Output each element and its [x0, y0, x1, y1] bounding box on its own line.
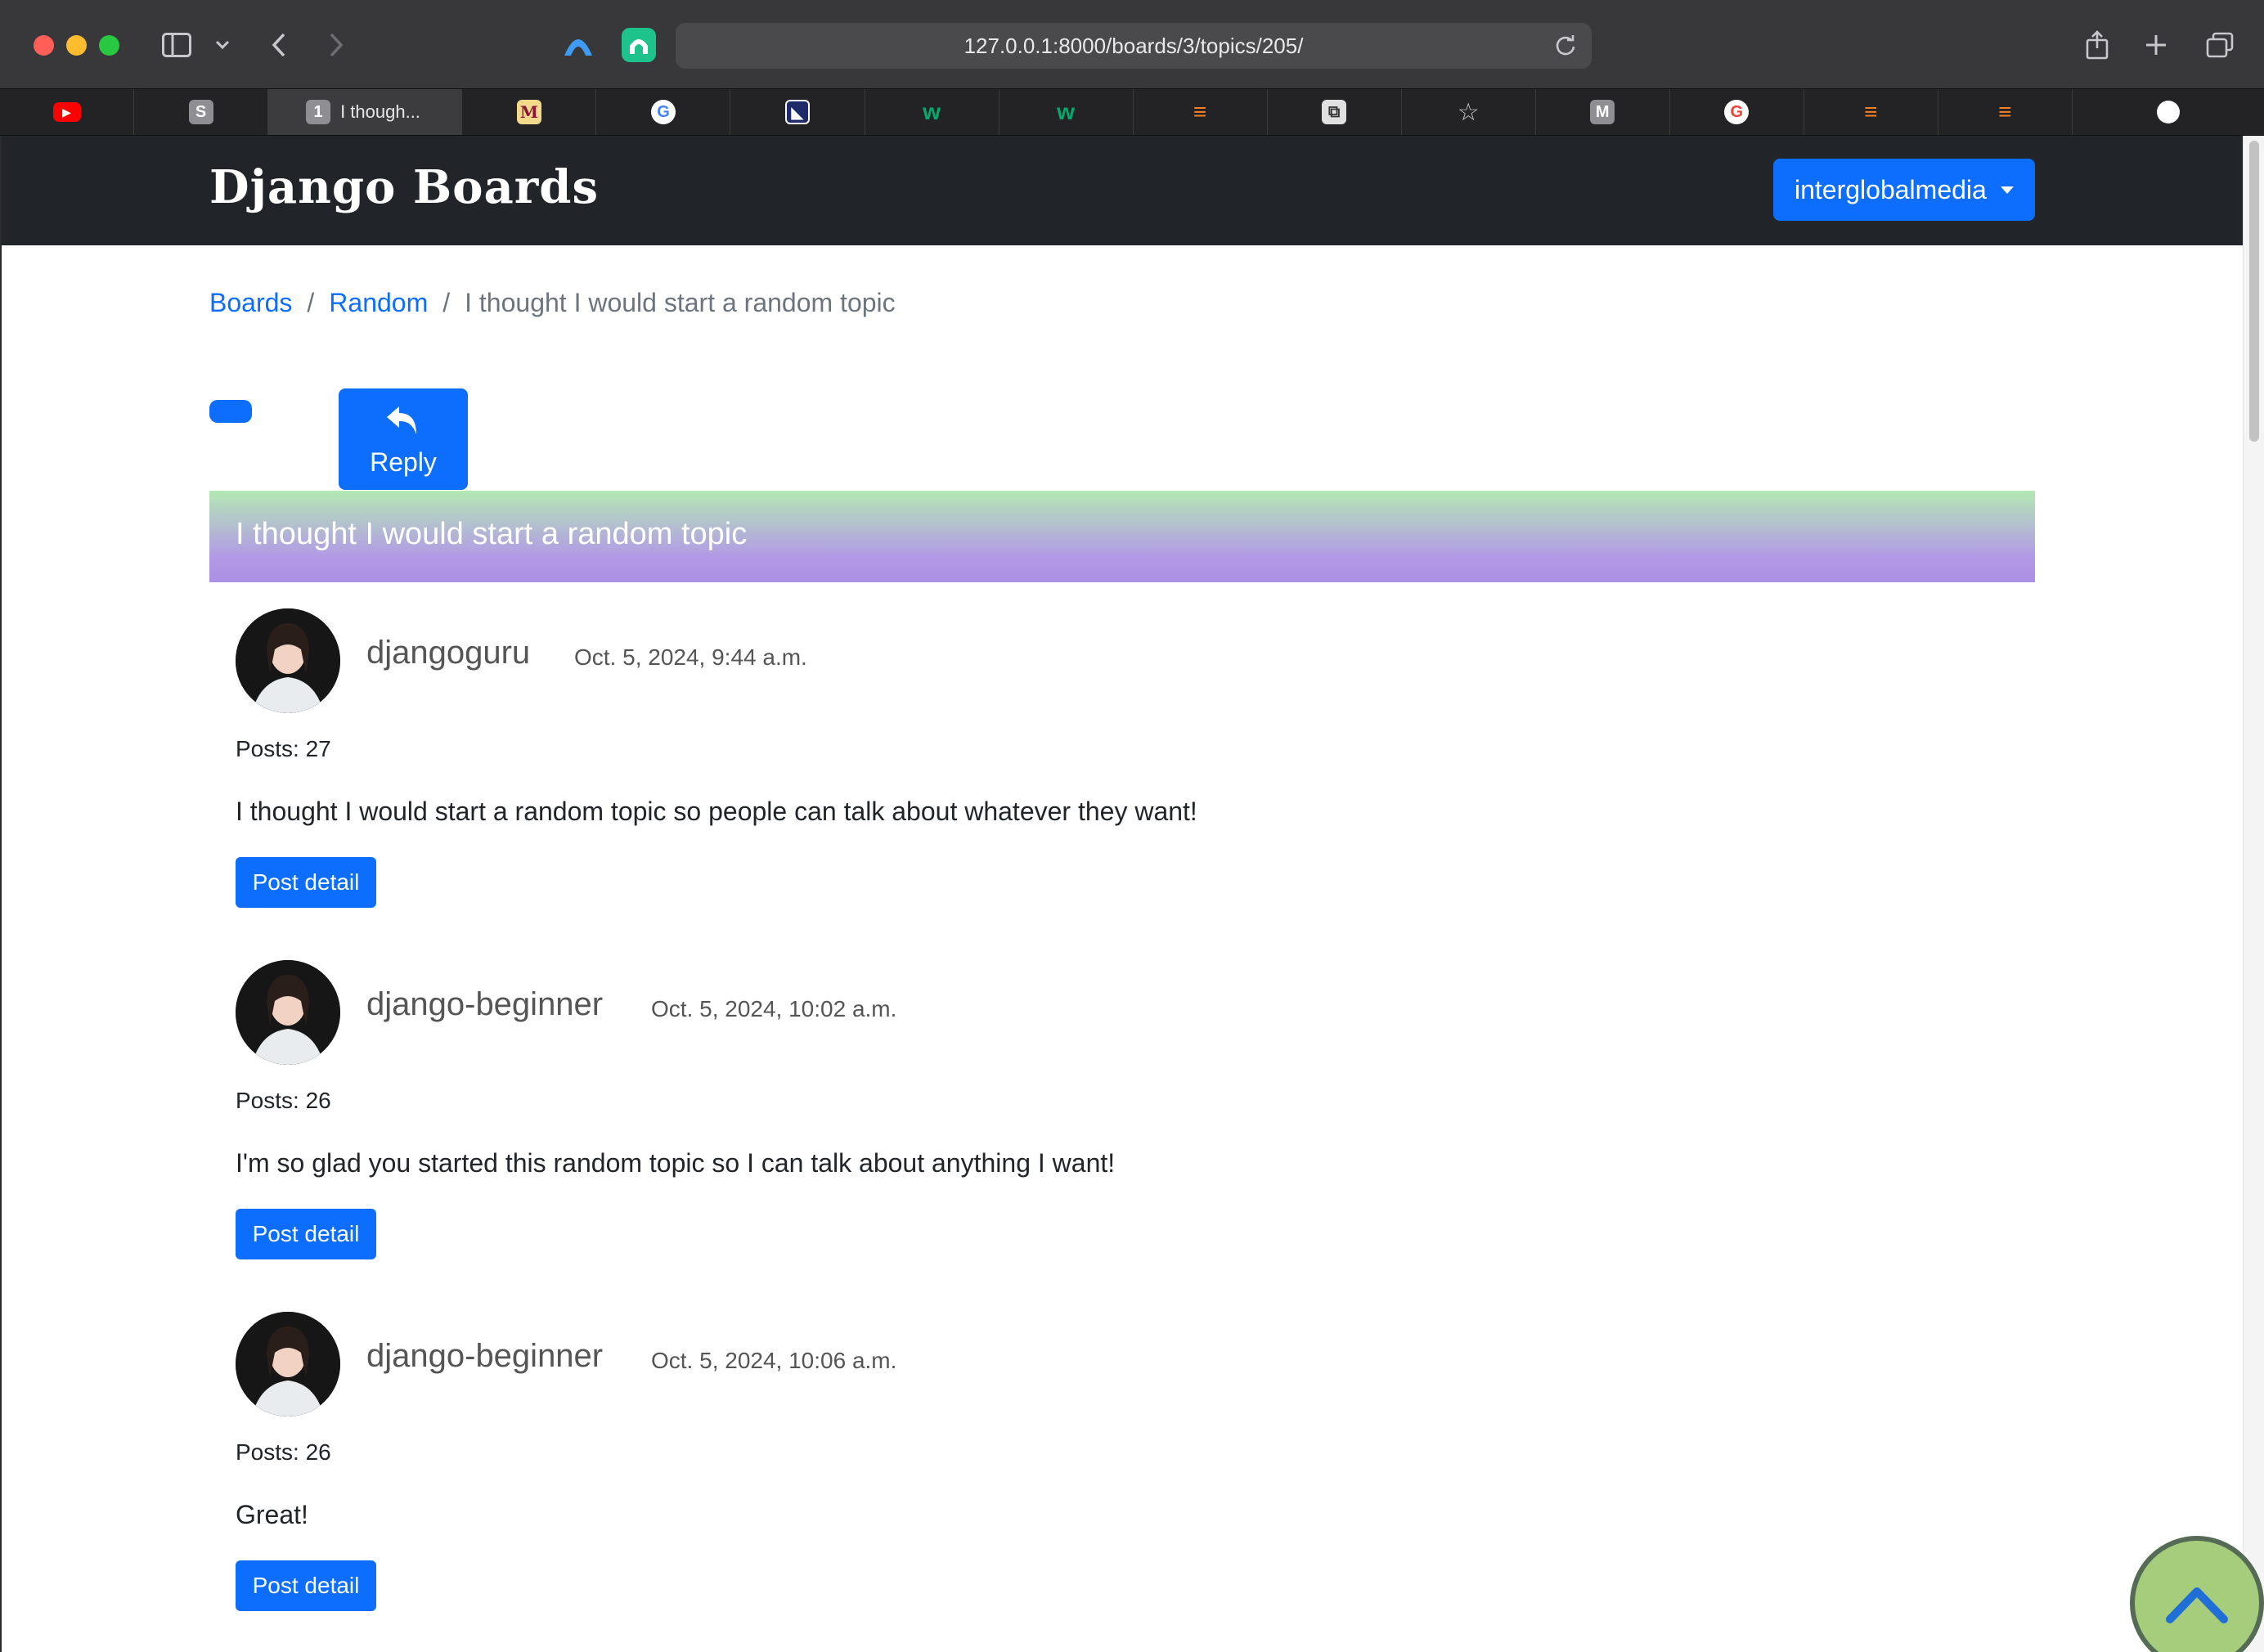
google-icon: G	[1724, 100, 1750, 124]
breadcrumb-separator: /	[442, 288, 451, 317]
user-menu-button[interactable]: interglobalmedia	[1773, 159, 2035, 221]
post-date: Oct. 5, 2024, 9:44 a.m.	[574, 644, 807, 670]
avatar	[236, 608, 340, 713]
tab-stackoverflow-3[interactable]: ≡	[1938, 89, 2073, 135]
tab-bookmark[interactable]: ☆	[1402, 89, 1536, 135]
topic-title: I thought I would start a random topic	[236, 517, 748, 551]
squarespace-icon: ⧉	[1322, 100, 1347, 124]
post-detail-button[interactable]: Post detail	[236, 1209, 376, 1259]
tab-badge-icon: 1	[306, 100, 331, 124]
extension-icon[interactable]	[622, 28, 656, 62]
minimize-window-button[interactable]	[66, 35, 87, 56]
breadcrumb-random-link[interactable]: Random	[329, 288, 428, 318]
reply-label: Reply	[370, 447, 437, 477]
breadcrumb-separator: /	[307, 288, 315, 317]
tab-squarespace[interactable]: ⧉	[1268, 89, 1402, 135]
empty-pill-button[interactable]	[209, 400, 252, 423]
active-tab-label: I though...	[340, 101, 420, 122]
post-username: djangoguru	[366, 635, 531, 671]
tab-w3schools[interactable]: w	[865, 89, 999, 135]
stackoverflow-icon: ≡	[1864, 99, 1878, 124]
tab-overview-icon[interactable]	[2205, 25, 2235, 65]
tab-bar: ▶ S 1 I though... M G ◣ w w ≡ ⧉ ☆ M G ≡ …	[0, 88, 2264, 136]
github-icon	[2156, 101, 2180, 123]
google-icon: G	[650, 100, 676, 124]
m-site-icon: M	[516, 100, 541, 124]
w3-icon: w	[923, 99, 941, 124]
reply-icon	[387, 406, 416, 434]
reply-button[interactable]: Reply	[339, 388, 468, 490]
url-text[interactable]: 127.0.0.1:8000/boards/3/topics/205/	[676, 23, 1592, 69]
youtube-icon: ▶	[52, 102, 81, 122]
chevron-down-icon[interactable]	[213, 25, 232, 65]
post-username: django-beginner	[366, 1338, 604, 1374]
post-count: Posts: 26	[236, 1088, 331, 1113]
m-site-icon: M	[1590, 100, 1615, 124]
title-bar: 127.0.0.1:8000/boards/3/topics/205/	[0, 0, 2264, 88]
app-icon: ◣	[785, 100, 810, 124]
breadcrumb-current: I thought I would start a random topic	[465, 288, 896, 317]
s-site-icon: S	[188, 100, 213, 124]
share-icon[interactable]	[2084, 25, 2110, 65]
user-menu-label: interglobalmedia	[1795, 175, 1987, 204]
address-bar[interactable]: 127.0.0.1:8000/boards/3/topics/205/	[676, 23, 1592, 69]
tab-google-2[interactable]: G	[1670, 89, 1804, 135]
back-icon[interactable]	[267, 25, 291, 65]
topic-title-banner: I thought I would start a random topic	[209, 491, 2035, 582]
stackoverflow-icon: ≡	[1193, 99, 1207, 124]
tab-active-topic[interactable]: 1 I though...	[268, 89, 463, 135]
post-message: Great!	[236, 1500, 308, 1529]
reload-icon[interactable]	[1554, 34, 1577, 57]
w3-icon: w	[1057, 99, 1075, 124]
tab-youtube[interactable]: ▶	[0, 89, 135, 135]
avatar	[236, 960, 340, 1065]
post-detail-button[interactable]: Post detail	[236, 1560, 376, 1611]
post-count: Posts: 27	[236, 736, 331, 761]
chevron-up-icon	[2166, 1587, 2228, 1623]
tab-app[interactable]: ◣	[730, 89, 865, 135]
tab-github[interactable]	[2073, 89, 2264, 135]
post-username: django-beginner	[366, 986, 604, 1022]
new-tab-icon[interactable]	[2143, 25, 2169, 65]
stackoverflow-icon: ≡	[1998, 99, 2012, 124]
post-date: Oct. 5, 2024, 10:06 a.m.	[651, 1348, 897, 1373]
site-navbar: Django Boards interglobalmedia	[2, 136, 2264, 245]
breadcrumb: Boards / Random / I thought I would star…	[209, 288, 896, 318]
tab-m-site[interactable]: M	[462, 89, 597, 135]
post-message: I'm so glad you started this random topi…	[236, 1148, 1116, 1178]
sidebar-toggle-icon[interactable]	[160, 25, 193, 65]
vpn-extension-icon[interactable]	[561, 28, 595, 62]
page-scrollbar[interactable]	[2243, 136, 2264, 1652]
scrollbar-thumb[interactable]	[2249, 141, 2259, 442]
tab-stackoverflow[interactable]: ≡	[1134, 89, 1268, 135]
tab-m-site-2[interactable]: M	[1536, 89, 1670, 135]
browser-window: 127.0.0.1:8000/boards/3/topics/205/ ▶ S …	[0, 0, 2264, 1652]
tab-s-site[interactable]: S	[134, 89, 269, 135]
breadcrumb-boards-link[interactable]: Boards	[209, 288, 292, 318]
forward-icon[interactable]	[324, 25, 348, 65]
post-message: I thought I would start a random topic s…	[236, 797, 1197, 826]
close-window-button[interactable]	[34, 35, 54, 56]
star-icon: ☆	[1457, 98, 1480, 126]
site-brand[interactable]: Django Boards	[209, 160, 599, 214]
post-date: Oct. 5, 2024, 10:02 a.m.	[651, 996, 897, 1021]
caret-down-icon	[2001, 186, 2014, 194]
tab-w3schools-2[interactable]: w	[999, 89, 1134, 135]
tab-google[interactable]: G	[596, 89, 731, 135]
page-viewport: Django Boards interglobalmedia Boards / …	[2, 136, 2264, 1652]
tab-stackoverflow-2[interactable]: ≡	[1804, 89, 1938, 135]
post-count: Posts: 26	[236, 1439, 331, 1465]
avatar	[236, 1312, 340, 1416]
post-detail-button[interactable]: Post detail	[236, 857, 376, 908]
maximize-window-button[interactable]	[99, 35, 119, 56]
